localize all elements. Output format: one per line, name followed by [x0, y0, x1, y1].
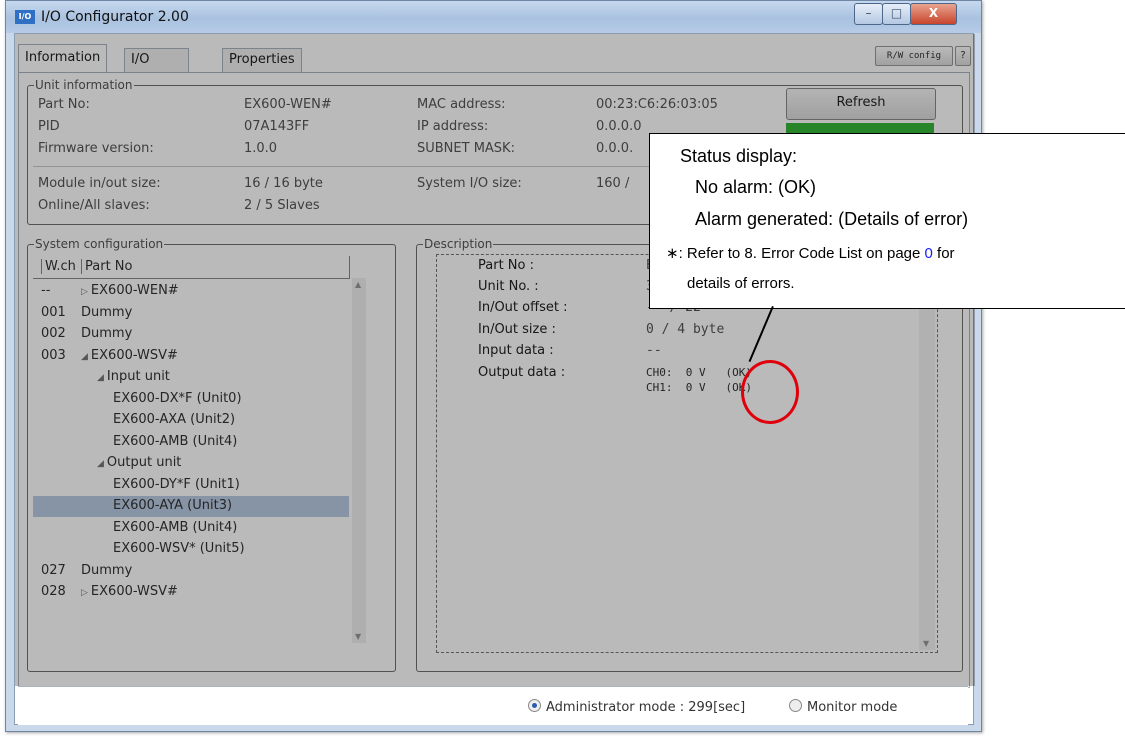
- app-icon: I/O: [15, 10, 35, 24]
- minimize-button[interactable]: –: [854, 3, 883, 25]
- radio-unselected-icon[interactable]: [789, 699, 802, 712]
- callout-title: Status display:: [680, 146, 798, 166]
- status-footer: Administrator mode : 299[sec] Monitor mo…: [18, 686, 968, 725]
- title-bar[interactable]: I/O I/O Configurator 2.00 – □ X: [6, 1, 981, 33]
- status-display-callout: Status display: No alarm: (OK) Alarm gen…: [649, 133, 1125, 309]
- monitor-mode-radio[interactable]: Monitor mode: [789, 699, 897, 715]
- dim-overlay: [15, 34, 975, 686]
- app-window: I/O I/O Configurator 2.00 – □ X Informat…: [5, 0, 982, 732]
- close-button[interactable]: X: [910, 3, 957, 25]
- window-title: I/O Configurator 2.00: [41, 9, 189, 25]
- admin-mode-radio[interactable]: Administrator mode : 299[sec]: [528, 699, 745, 715]
- callout-note-line2: details of errors.: [687, 275, 795, 292]
- radio-selected-icon[interactable]: [528, 699, 541, 712]
- page-link[interactable]: 0: [925, 245, 933, 262]
- highlight-oval: [741, 360, 799, 424]
- callout-note: ∗: Refer to 8. Error Code List on page 0…: [666, 245, 955, 262]
- maximize-button[interactable]: □: [882, 3, 911, 25]
- callout-no-alarm: No alarm: (OK): [695, 177, 817, 197]
- callout-alarm: Alarm generated: (Details of error): [695, 209, 969, 229]
